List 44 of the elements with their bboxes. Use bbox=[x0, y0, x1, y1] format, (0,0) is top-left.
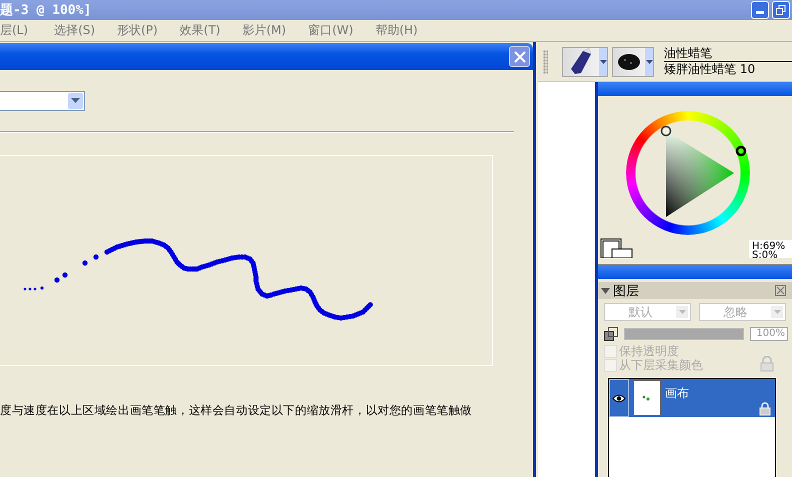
brush-category-button[interactable] bbox=[562, 46, 608, 76]
layer-stack-icon bbox=[604, 327, 618, 341]
restore-button[interactable] bbox=[772, 1, 790, 19]
color-marker-icon[interactable] bbox=[660, 125, 672, 137]
menu-item[interactable]: 层(L) bbox=[0, 22, 40, 39]
dropdown-field[interactable] bbox=[0, 91, 85, 111]
close-icon[interactable] bbox=[775, 285, 786, 296]
composite-depth-dropdown[interactable]: 忽略 bbox=[699, 303, 786, 321]
minimize-icon bbox=[756, 11, 764, 14]
close-button[interactable] bbox=[509, 46, 530, 67]
menu-item[interactable]: 窗口(W) bbox=[308, 22, 364, 39]
grip-icon[interactable] bbox=[543, 50, 548, 74]
menu-item[interactable]: 形状(P) bbox=[117, 22, 169, 39]
close-icon bbox=[514, 50, 526, 62]
instruction-text: 度与速度在以上区域绘出画笔笔触，这样会自动设定以下的缩放滑杆，以对您的画笔笔触做 bbox=[0, 403, 474, 418]
brush-category-label: 油性蜡笔 bbox=[664, 46, 792, 62]
caret-icon bbox=[774, 310, 780, 314]
menu-item[interactable]: 选择(S) bbox=[54, 22, 106, 39]
minimize-button[interactable] bbox=[751, 1, 769, 19]
brush-variant-label: 矮胖油性蜡笔 10 bbox=[664, 62, 756, 77]
opacity-field[interactable]: 100% bbox=[750, 327, 788, 341]
opacity-slider[interactable] bbox=[624, 328, 744, 340]
composite-method-dropdown[interactable]: 默认 bbox=[604, 303, 691, 321]
caret-icon bbox=[678, 310, 686, 314]
caret-icon bbox=[646, 60, 652, 64]
caret-icon bbox=[600, 60, 606, 64]
menu-item[interactable]: 帮助(H) bbox=[375, 22, 429, 39]
restore-icon bbox=[776, 5, 786, 15]
window-title: 题-3 @ 100%] bbox=[0, 2, 92, 19]
hue-marker-icon[interactable] bbox=[735, 145, 747, 157]
dab-icon bbox=[617, 52, 641, 70]
lock-icon[interactable] bbox=[759, 402, 771, 416]
color-swatches-icon[interactable] bbox=[600, 238, 634, 258]
hue-reading: H:69% bbox=[752, 242, 786, 251]
layer-name: 画布 bbox=[665, 385, 690, 402]
saturation-reading: S:0% bbox=[752, 251, 779, 258]
caret-icon bbox=[71, 98, 80, 104]
panel-title: 图层 bbox=[613, 282, 639, 300]
eye-icon[interactable] bbox=[609, 379, 629, 417]
collapse-triangle-icon[interactable] bbox=[601, 288, 610, 294]
brush-dab-button[interactable] bbox=[612, 46, 654, 76]
menu-item[interactable]: 效果(T) bbox=[180, 22, 232, 39]
menu-item[interactable]: 影片(M) bbox=[242, 22, 298, 39]
layer-row[interactable]: 画布 bbox=[609, 379, 775, 417]
